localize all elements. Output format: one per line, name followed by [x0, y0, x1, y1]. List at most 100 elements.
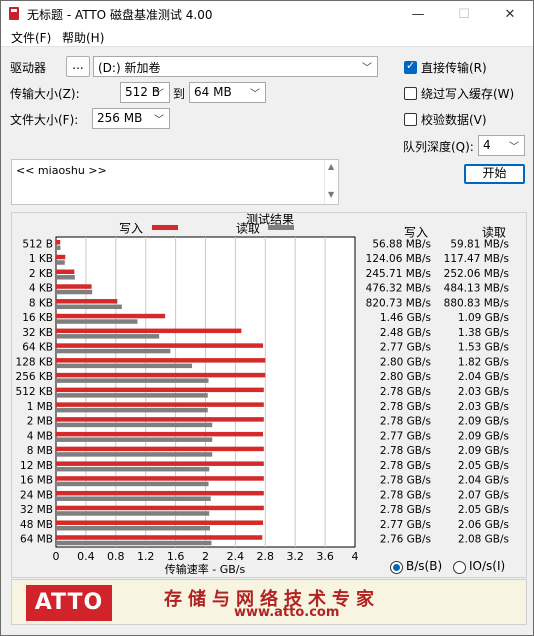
- atto-banner[interactable]: ATTO 存储与网络技术专家 www.atto.com: [11, 579, 527, 625]
- chevron-down-icon: ﹀: [154, 115, 164, 126]
- bypass-write-cache-checkbox[interactable]: [404, 87, 417, 100]
- read-value: 484.13 MB/s: [444, 283, 509, 295]
- queue-depth-label: 队列深度(Q):: [403, 140, 474, 154]
- read-bar: [56, 245, 61, 250]
- x-tick-label: 0.4: [77, 550, 95, 563]
- read-bar: [56, 363, 193, 369]
- write-bar: [56, 446, 264, 452]
- drive-value: (D:) 新加卷: [98, 61, 161, 75]
- write-bar: [56, 269, 75, 275]
- read-value: 880.83 MB/s: [444, 297, 509, 309]
- direct-io-checkbox[interactable]: [404, 59, 417, 74]
- read-bar: [56, 348, 171, 354]
- read-value: 1.38 GB/s: [458, 327, 509, 339]
- menu-file[interactable]: 文件(F): [11, 29, 51, 46]
- y-category-label: 24 MB: [20, 489, 53, 501]
- menu-help[interactable]: 帮助(H): [62, 29, 104, 46]
- read-bar: [56, 540, 212, 546]
- file-size-select[interactable]: 256 MB ﹀: [92, 108, 170, 129]
- write-value: 2.77 GB/s: [380, 430, 431, 442]
- drive-label: 驱动器: [10, 61, 47, 75]
- write-value: 2.78 GB/s: [380, 416, 431, 428]
- read-value: 2.07 GB/s: [458, 489, 509, 501]
- read-bar: [56, 481, 209, 487]
- bypass-write-cache-label: 绕过写入缓存(W): [421, 87, 515, 101]
- unit-bytes-radio[interactable]: [390, 561, 403, 574]
- read-bar: [56, 466, 210, 472]
- banner-url[interactable]: www.atto.com: [234, 605, 339, 620]
- read-bar: [56, 452, 213, 457]
- y-category-label: 256 KB: [16, 371, 53, 383]
- queue-depth-value: 4: [483, 138, 491, 152]
- transfer-to-select[interactable]: 64 MB ﹀: [189, 82, 266, 103]
- chevron-down-icon: ﹀: [362, 63, 372, 74]
- browse-button[interactable]: ...: [66, 56, 90, 77]
- y-category-label: 1 MB: [27, 401, 53, 413]
- x-axis-label: 传输速率 - GB/s: [165, 562, 246, 576]
- verify-data-checkbox[interactable]: [404, 113, 417, 126]
- results-panel: 测试结果 写入 读取 写入 读取 0 0.4 0.8 1.2 1.6 2 2.4 2.8 3.2…: [11, 212, 527, 578]
- y-category-label: 2 KB: [29, 268, 53, 280]
- scroll-up-icon[interactable]: ▲: [328, 162, 334, 171]
- write-bar: [56, 402, 264, 407]
- title-bar[interactable]: 无标题 - ATTO 磁盘基准测试 4.00 — ☐ ✕: [1, 1, 533, 27]
- y-category-label: 512 KB: [16, 386, 53, 398]
- window-title: 无标题 - ATTO 磁盘基准测试 4.00: [27, 8, 213, 22]
- write-bar: [56, 417, 264, 422]
- read-bar: [56, 334, 160, 339]
- menu-bar: 文件(F) 帮助(H): [1, 27, 533, 47]
- scroll-down-icon[interactable]: ▼: [328, 190, 334, 199]
- write-value: 476.32 MB/s: [366, 283, 431, 295]
- unit-io-radio[interactable]: [453, 561, 466, 574]
- start-button[interactable]: 开始: [464, 164, 525, 184]
- write-value: 2.78 GB/s: [380, 504, 431, 516]
- drive-select[interactable]: (D:) 新加卷 ﹀: [93, 56, 378, 77]
- read-value: 2.03 GB/s: [458, 401, 509, 413]
- write-bar: [56, 520, 264, 525]
- description-textarea[interactable]: << miaoshu >> ▲ ▼: [11, 159, 339, 205]
- y-category-label: 32 KB: [22, 327, 53, 339]
- maximize-button[interactable]: ☐: [441, 1, 487, 27]
- description-scrollbar[interactable]: ▲ ▼: [324, 160, 338, 204]
- read-value: 252.06 MB/s: [444, 268, 509, 280]
- transfer-from-select[interactable]: 512 B ﹀: [120, 82, 170, 103]
- read-value: 1.09 GB/s: [458, 312, 509, 324]
- y-category-label: 12 MB: [20, 460, 53, 472]
- read-value: 2.05 GB/s: [458, 460, 509, 472]
- y-category-label: 1 KB: [29, 253, 53, 265]
- write-bar: [56, 328, 242, 334]
- write-value: 2.48 GB/s: [380, 327, 431, 339]
- read-value: 2.04 GB/s: [458, 371, 509, 383]
- direct-io-label: 直接传输(R): [421, 61, 487, 75]
- read-value: 2.09 GB/s: [458, 416, 509, 428]
- minimize-button[interactable]: —: [395, 1, 441, 27]
- unit-bytes-label: B/s(B): [406, 559, 443, 573]
- write-value: 2.77 GB/s: [380, 519, 431, 531]
- write-bar: [56, 343, 264, 348]
- read-value: 2.08 GB/s: [458, 534, 509, 546]
- write-value: 2.80 GB/s: [380, 356, 431, 368]
- queue-depth-select[interactable]: 4 ﹀: [478, 135, 525, 156]
- x-tick-label: 2.4: [227, 550, 245, 563]
- write-value: 2.76 GB/s: [380, 534, 431, 546]
- chevron-down-icon: ﹀: [250, 89, 260, 100]
- write-value: 2.78 GB/s: [380, 475, 431, 487]
- write-bar: [56, 490, 264, 496]
- read-value: 2.05 GB/s: [458, 504, 509, 516]
- read-bar: [56, 407, 208, 413]
- description-text: << miaoshu >>: [16, 164, 107, 177]
- y-category-label: 64 KB: [22, 342, 53, 354]
- results-chart: 测试结果 写入 读取 写入 读取 0 0.4 0.8 1.2 1.6 2 2.4 2.8 3.2…: [16, 212, 509, 577]
- write-bar: [56, 254, 66, 260]
- write-bar: [56, 284, 92, 289]
- write-value: 1.46 GB/s: [380, 312, 431, 324]
- close-button[interactable]: ✕: [487, 1, 533, 27]
- read-value: 1.53 GB/s: [458, 342, 509, 354]
- y-category-label: 512 B: [22, 238, 53, 250]
- read-bar: [56, 437, 213, 442]
- file-size-value: 256 MB: [97, 111, 143, 125]
- read-bar: [56, 393, 208, 398]
- x-tick-label: 3.6: [316, 550, 334, 563]
- read-value: 2.06 GB/s: [458, 519, 509, 531]
- file-size-label: 文件大小(F):: [10, 113, 79, 127]
